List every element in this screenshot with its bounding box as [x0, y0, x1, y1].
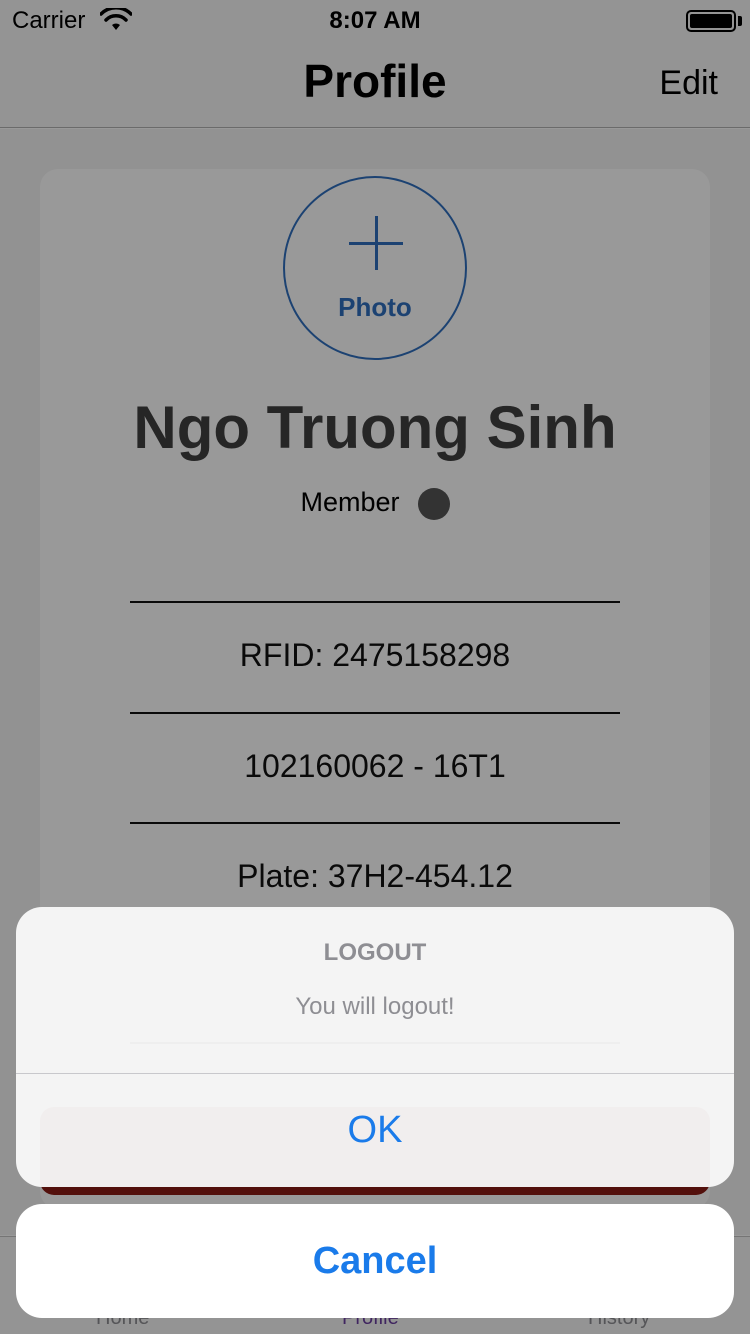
action-sheet-message: You will logout! — [295, 993, 455, 1020]
action-sheet-title: LOGOUT — [323, 939, 427, 966]
action-sheet: LOGOUT You will logout! OK — [16, 907, 734, 1187]
cancel-button[interactable]: Cancel — [16, 1204, 734, 1318]
ok-button[interactable]: OK — [16, 1074, 734, 1187]
